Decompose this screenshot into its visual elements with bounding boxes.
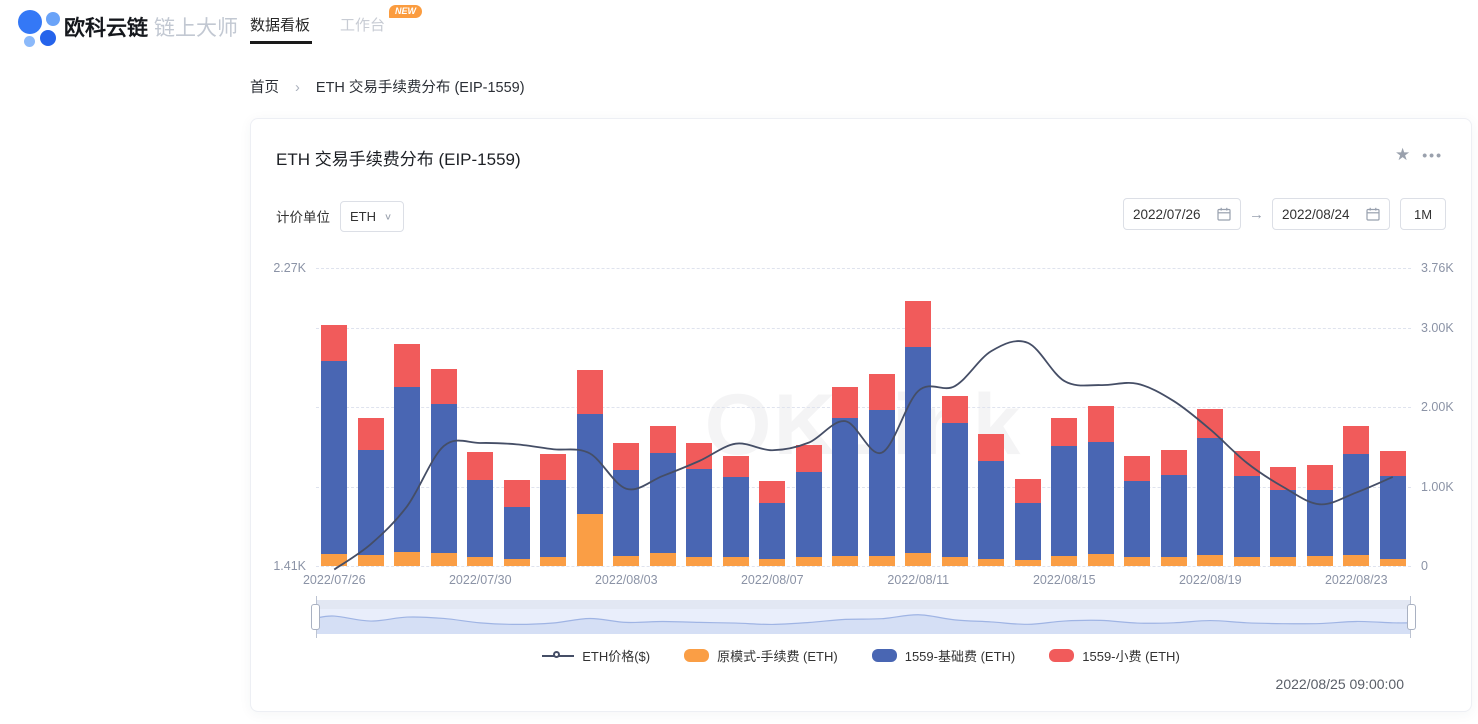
date-from-input[interactable]: 2022/07/26	[1123, 198, 1241, 230]
legend-item[interactable]: 1559-基础费 (ETH)	[872, 646, 1016, 665]
breadcrumb-separator-icon: ›	[295, 80, 300, 96]
datazoom-left-handle[interactable]	[311, 604, 320, 630]
right-axis-label: 2.00K	[1421, 400, 1454, 414]
right-axis-label: 1.00K	[1421, 480, 1454, 494]
logo-text-secondary: 链上大师	[154, 17, 238, 40]
range-1m-button[interactable]: 1M	[1400, 198, 1446, 230]
left-axis-label: 1.41K	[273, 559, 306, 573]
legend-item[interactable]: ETH价格($)	[542, 646, 650, 665]
price-line[interactable]	[316, 268, 1411, 566]
unit-select-value: ETH	[350, 209, 376, 224]
more-options-icon[interactable]: •••	[1422, 147, 1443, 163]
date-to-input[interactable]: 2022/08/24	[1272, 198, 1390, 230]
x-axis-label: 2022/08/23	[1325, 573, 1388, 587]
date-to-value: 2022/08/24	[1282, 207, 1350, 222]
calendar-icon	[1217, 207, 1231, 221]
x-axis-label: 2022/07/26	[303, 573, 366, 587]
x-axis-label: 2022/07/30	[449, 573, 512, 587]
chart-legend: ETH价格($) 原模式-手续费 (ETH) 1559-基础费 (ETH) 1559-…	[251, 646, 1471, 665]
nav-tab-workbench[interactable]: 工作台	[340, 14, 385, 35]
datazoom-slider[interactable]	[316, 600, 1411, 634]
x-axis-label: 2022/08/19	[1179, 573, 1242, 587]
legend-item[interactable]: 原模式-手续费 (ETH)	[684, 646, 838, 665]
page-title: ETH 交易手续费分布 (EIP-1559)	[276, 145, 521, 170]
legend-swatch-icon	[684, 649, 709, 662]
unit-label: 计价单位	[276, 206, 330, 226]
legend-item[interactable]: 1559-小费 (ETH)	[1049, 646, 1180, 665]
x-axis-label: 2022/08/03	[595, 573, 658, 587]
right-axis-label: 3.76K	[1421, 261, 1454, 275]
date-from-value: 2022/07/26	[1133, 207, 1201, 222]
x-axis-label: 2022/08/11	[887, 573, 949, 587]
new-badge: NEW	[389, 5, 422, 18]
x-axis-label: 2022/08/07	[741, 573, 804, 587]
gridline	[316, 566, 1411, 567]
legend-label: 1559-小费 (ETH)	[1082, 646, 1180, 665]
x-axis-label: 2022/08/15	[1033, 573, 1096, 587]
legend-swatch-icon	[872, 649, 897, 662]
nav-active-underline	[250, 41, 312, 44]
legend-label: 1559-基础费 (ETH)	[905, 646, 1016, 665]
unit-select[interactable]: ETH ∨	[340, 201, 404, 232]
left-axis-label: 2.27K	[273, 261, 306, 275]
arrow-right-icon: →	[1249, 206, 1264, 223]
datazoom-overview-area	[316, 600, 1411, 634]
breadcrumb: 首页 › ETH 交易手续费分布 (EIP-1559)	[250, 76, 525, 97]
legend-label: ETH价格($)	[582, 646, 650, 665]
logo-text-primary: 欧科云链	[64, 17, 148, 40]
right-axis-label: 3.00K	[1421, 321, 1454, 335]
legend-label: 原模式-手续费 (ETH)	[717, 646, 838, 665]
chart-plot-area: OKLink 3.76K3.00K2.00K1.00K02.27K1.41K20…	[316, 268, 1411, 566]
datazoom-right-handle[interactable]	[1407, 604, 1416, 630]
updated-timestamp: 2022/08/25 09:00:00	[1276, 676, 1404, 692]
breadcrumb-home-link[interactable]: 首页	[250, 80, 279, 96]
logo-text: 欧科云链链上大师	[64, 12, 238, 42]
chart-card: ETH 交易手续费分布 (EIP-1559) ★ ••• 计价单位 ETH ∨ …	[250, 118, 1472, 712]
favorite-star-icon[interactable]: ★	[1395, 145, 1410, 165]
oklink-logo-icon[interactable]	[10, 4, 62, 48]
right-axis-label: 0	[1421, 559, 1428, 573]
nav-tab-dashboard[interactable]: 数据看板	[250, 14, 310, 35]
calendar-icon	[1366, 207, 1380, 221]
breadcrumb-current: ETH 交易手续费分布 (EIP-1559)	[316, 80, 525, 96]
chevron-down-icon: ∨	[384, 211, 392, 221]
legend-swatch-icon	[1049, 649, 1074, 662]
app-header: 欧科云链链上大师 数据看板 工作台 NEW	[0, 0, 1478, 52]
legend-line-marker-icon	[542, 649, 574, 662]
